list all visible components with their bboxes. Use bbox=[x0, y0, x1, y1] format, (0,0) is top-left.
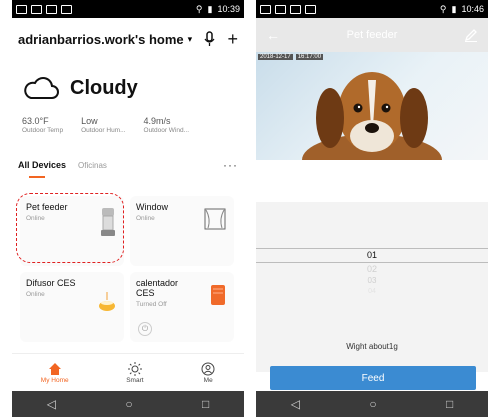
weather-condition: Cloudy bbox=[70, 76, 138, 99]
tab-indicator bbox=[29, 176, 45, 178]
system-nav-bar: ◁ ○ □ bbox=[12, 391, 244, 417]
tab-me[interactable]: Me bbox=[201, 361, 215, 384]
bottom-tab-bar: My Home Smart Me bbox=[12, 353, 244, 391]
feed-button[interactable]: Feed bbox=[270, 366, 476, 390]
page-title: Pet feeder bbox=[346, 29, 398, 41]
heater-icon bbox=[211, 285, 225, 305]
status-bar: ⚲ ▮ 10:46 bbox=[256, 0, 488, 18]
portion-option[interactable]: 02 bbox=[256, 264, 488, 274]
spacer-panel bbox=[256, 160, 488, 202]
chevron-down-icon: ▾ bbox=[187, 33, 193, 44]
device-card-window[interactable]: Window Online bbox=[130, 196, 234, 266]
home-screen: ⚲ ▮ 10:39 adrianbarrios.work's home ▾ + … bbox=[12, 0, 244, 417]
picker-divider-top bbox=[256, 248, 488, 249]
home-selector[interactable]: adrianbarrios.work's home ▾ bbox=[18, 32, 192, 47]
device-name: Difusor CES bbox=[26, 278, 76, 288]
weather-stat-humidity: Low Outdoor Hum... bbox=[81, 116, 126, 134]
recents-nav-icon[interactable]: □ bbox=[202, 397, 209, 411]
status-bar: ⚲ ▮ 10:39 bbox=[12, 0, 244, 18]
portion-option[interactable]: 03 bbox=[256, 276, 488, 285]
battery-icon: ▮ bbox=[451, 3, 457, 14]
microphone-icon[interactable] bbox=[204, 31, 216, 47]
home-title: adrianbarrios.work's home bbox=[18, 31, 184, 47]
status-time: 10:39 bbox=[217, 4, 240, 14]
add-icon[interactable]: + bbox=[227, 29, 238, 50]
weight-label: Wight about1g bbox=[346, 342, 398, 351]
cloud-icon bbox=[24, 77, 59, 99]
back-nav-icon[interactable]: ◁ bbox=[47, 397, 56, 411]
system-nav-bar: ◁ ○ □ bbox=[256, 391, 488, 417]
power-button[interactable]: ⏻ bbox=[138, 322, 152, 336]
status-icons: ⚲ ▮ 10:46 bbox=[440, 4, 484, 15]
home-header: adrianbarrios.work's home ▾ + bbox=[12, 22, 244, 56]
pet-feeder-icon bbox=[101, 208, 115, 236]
tab-smart[interactable]: Smart bbox=[126, 361, 144, 384]
weather-stat-temp: 63.0°F Outdoor Temp bbox=[22, 116, 64, 134]
home-nav-icon[interactable]: ○ bbox=[125, 397, 132, 411]
status-time: 10:46 bbox=[461, 4, 484, 14]
edit-icon[interactable] bbox=[464, 28, 478, 42]
home-icon bbox=[48, 363, 61, 375]
pet-feeder-screen: ⚲ ▮ 10:46 ← Pet feeder 2018-12-17 16:17:… bbox=[256, 0, 488, 417]
device-card-calentador[interactable]: calentador CES Turned Off ⏻ bbox=[130, 272, 234, 342]
back-nav-icon[interactable]: ◁ bbox=[291, 397, 300, 411]
home-nav-icon[interactable]: ○ bbox=[369, 397, 376, 411]
status-icons: ⚲ ▮ 10:39 bbox=[196, 4, 240, 15]
user-icon bbox=[201, 362, 215, 376]
weather-panel: Cloudy 63.0°F Outdoor Temp Low Outdoor Hum… bbox=[12, 56, 244, 140]
recents-nav-icon[interactable]: □ bbox=[446, 397, 453, 411]
notification-icons bbox=[16, 4, 72, 14]
notification-icons bbox=[260, 4, 316, 14]
weather-stat-wind: 4.9m/s Outdoor Wind... bbox=[143, 116, 190, 134]
window-curtain-icon bbox=[204, 208, 226, 230]
portion-option-selected[interactable]: 01 bbox=[256, 250, 488, 260]
sun-icon bbox=[127, 362, 142, 376]
device-name: calentador CES bbox=[136, 278, 179, 298]
back-arrow-icon[interactable]: ← bbox=[266, 27, 280, 43]
tab-oficinas[interactable]: Oficinas bbox=[78, 161, 107, 170]
feeder-header: ← Pet feeder bbox=[256, 18, 488, 52]
location-icon: ⚲ bbox=[195, 3, 203, 14]
picker-divider-bottom bbox=[256, 262, 488, 263]
device-grid: Pet feeder Online Window Online Difusor … bbox=[16, 193, 244, 342]
diffuser-icon bbox=[99, 292, 115, 311]
device-card-pet-feeder[interactable]: Pet feeder Online bbox=[16, 193, 124, 266]
camera-feed[interactable]: 2018-12-17 16:17:00 bbox=[256, 52, 488, 160]
location-icon: ⚲ bbox=[439, 3, 447, 14]
tab-all-devices[interactable]: All Devices bbox=[18, 160, 66, 170]
device-tabs: All Devices Oficinas ··· bbox=[12, 154, 244, 178]
device-card-difusor[interactable]: Difusor CES Online bbox=[20, 272, 124, 342]
tab-my-home[interactable]: My Home bbox=[41, 361, 69, 384]
dog-image bbox=[302, 72, 442, 160]
battery-icon: ▮ bbox=[207, 3, 213, 14]
more-icon[interactable]: ··· bbox=[223, 158, 238, 172]
portion-option[interactable]: 04 bbox=[256, 288, 488, 295]
